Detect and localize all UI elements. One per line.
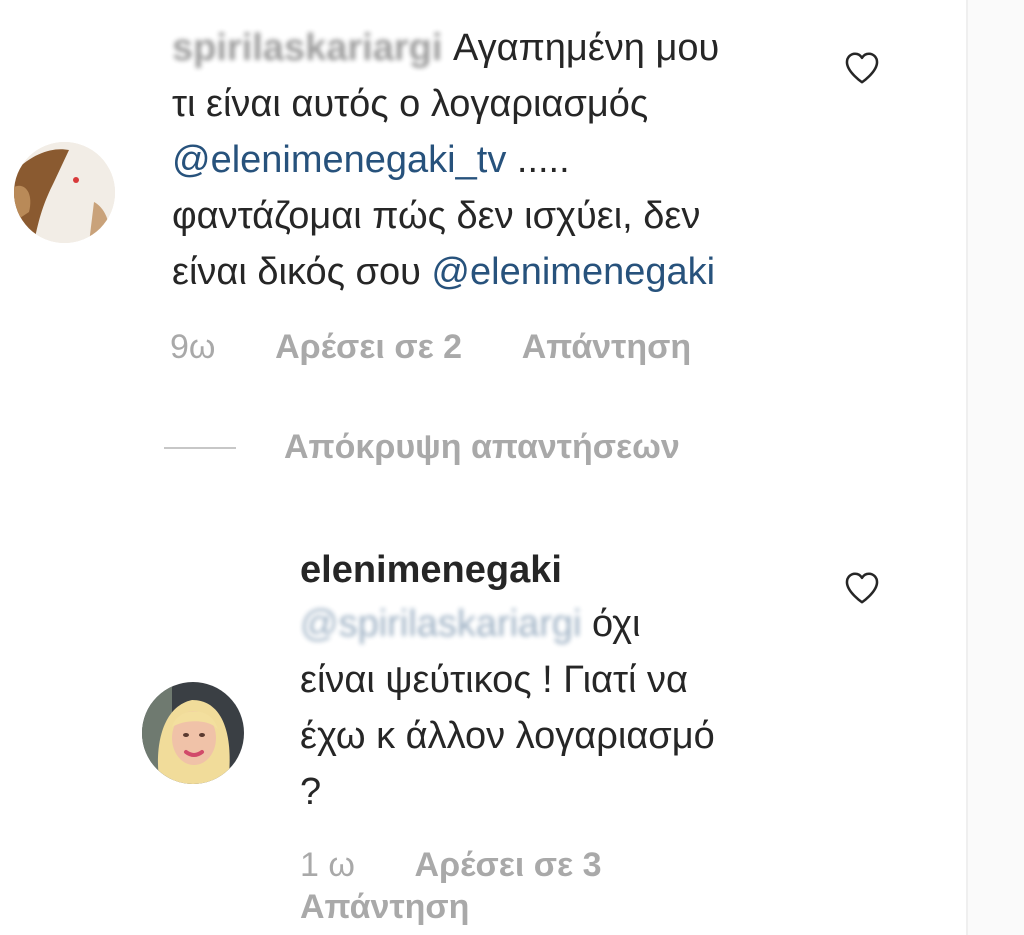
- comment-line: είναι ψεύτικος ! Γιατί να: [300, 652, 820, 708]
- comment-line: φαντάζομαι πώς δεν ισχύει, δεν: [172, 188, 832, 244]
- heart-icon[interactable]: [843, 569, 881, 607]
- comment-line: ?: [300, 764, 820, 820]
- comment-text-segment: Αγαπημένη μου: [452, 27, 720, 69]
- comment-username[interactable]: spirilaskariargi: [172, 27, 442, 69]
- mention-link[interactable]: @elenimenegaki_tv: [172, 139, 506, 181]
- hide-replies-button[interactable]: Απόκρυψη απαντήσεων: [284, 428, 680, 467]
- avatar-image: [14, 142, 115, 243]
- comment-line: spirilaskariargi Αγαπημένη μου: [172, 20, 832, 76]
- comment-line: έχω κ άλλον λογαριασμό: [300, 708, 820, 764]
- comment-text-segment: .....: [506, 139, 570, 181]
- comment-text-segment: φαντάζομαι πώς δεν ισχύει, δεν: [172, 195, 701, 237]
- comment-line: τι είναι αυτός ο λογαριασμός: [172, 76, 832, 132]
- mention-link[interactable]: @spirilaskariargi: [300, 603, 581, 645]
- comment-text-segment: ?: [300, 771, 322, 813]
- reply-button[interactable]: Απάντηση: [300, 888, 469, 926]
- commenter-avatar[interactable]: [14, 142, 115, 243]
- comment-line: είναι δικός σου @elenimenegaki: [172, 244, 832, 300]
- comment-line: @elenimenegaki_tv .....: [172, 132, 832, 188]
- comments-panel: spirilaskariargi Αγαπημένη μου τι είναι …: [0, 0, 1024, 935]
- comment-text-segment: έχω κ άλλον λογαριασμό: [300, 715, 715, 757]
- likes-count-button[interactable]: Αρέσει σε 2: [275, 328, 462, 366]
- reply-meta-second-line: Απάντηση: [300, 888, 469, 927]
- reply-author-avatar[interactable]: [142, 682, 244, 784]
- comment-text-segment: όχι: [591, 603, 641, 645]
- avatar-image: [142, 682, 244, 784]
- mention-link[interactable]: @elenimenegaki: [431, 251, 715, 293]
- comment-meta: 9ω Αρέσει σε 2 Απάντηση: [170, 328, 691, 367]
- likes-count-button[interactable]: Αρέσει σε 3: [415, 846, 602, 884]
- comment-time[interactable]: 1 ω: [300, 846, 355, 884]
- heart-icon[interactable]: [843, 49, 881, 87]
- reply-username[interactable]: elenimenegaki: [300, 549, 562, 591]
- comment-text-segment: τι είναι αυτός ο λογαριασμός: [172, 83, 649, 125]
- reply-meta: 1 ω Αρέσει σε 3: [300, 846, 602, 885]
- reply-body: elenimenegaki @spirilaskariargi όχι είνα…: [300, 542, 820, 820]
- replies-divider: [164, 447, 236, 449]
- reply-username-line: elenimenegaki: [300, 542, 820, 598]
- side-panel-edge: [966, 0, 1024, 935]
- comment-time[interactable]: 9ω: [170, 328, 215, 366]
- comment-text-segment: είναι ψεύτικος ! Γιατί να: [300, 659, 688, 701]
- comment-body: spirilaskariargi Αγαπημένη μου τι είναι …: [172, 20, 832, 300]
- comment-text-segment: είναι δικός σου: [172, 251, 432, 293]
- comment-line: @spirilaskariargi όχι: [300, 596, 820, 652]
- reply-button[interactable]: Απάντηση: [522, 328, 691, 366]
